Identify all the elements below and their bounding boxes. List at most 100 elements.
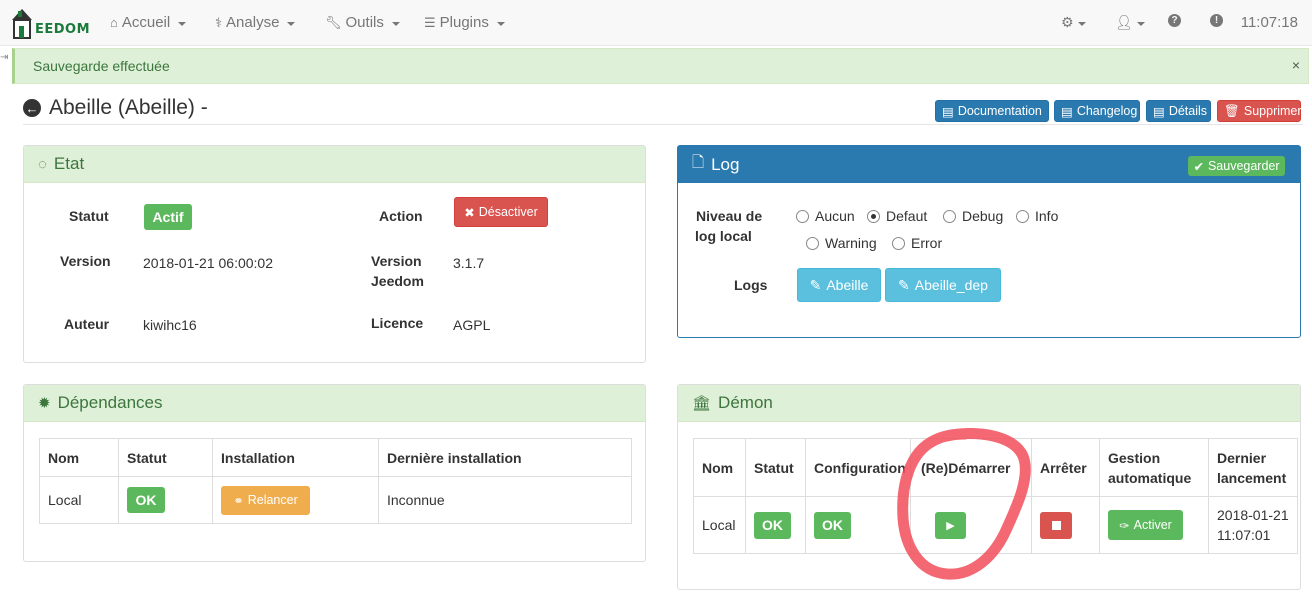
dependances-panel-header: ✹ Dépendances <box>24 385 645 422</box>
dependances-title: Dépendances <box>57 393 163 412</box>
licence-value: AGPL <box>453 317 491 333</box>
action-label: Action <box>379 208 423 224</box>
demon-title: Démon <box>718 393 773 412</box>
demon-config-badge: OK <box>814 511 851 539</box>
jeedom-logo[interactable]: EEDOM <box>10 6 90 40</box>
caret-down-icon <box>496 21 505 26</box>
version-value: 2018-01-21 06:00:02 <box>143 255 273 271</box>
check-circle-icon: ✔ <box>1193 159 1204 174</box>
book-icon: ▤ <box>1061 104 1073 119</box>
log-title: Log <box>711 154 740 174</box>
certificate-icon: ✹ <box>38 395 51 412</box>
niveau-label-2: log local <box>695 228 752 244</box>
version-jeedom-value: 3.1.7 <box>453 255 485 271</box>
list-icon: ☰ <box>424 14 436 30</box>
derniere-installation-value: Inconnue <box>378 476 632 524</box>
desactiver-button[interactable]: ✖ Désactiver <box>454 197 548 227</box>
statut-badge: Actif <box>144 204 192 230</box>
paperclip-icon: ✎ <box>898 276 910 293</box>
demon-panel: 🏛︎ Démon Nom Statut Configuration (Re)Dé… <box>677 384 1301 590</box>
nav-plugins-label: Plugins <box>439 14 489 31</box>
licence-label: Licence <box>371 315 424 331</box>
close-icon[interactable]: × <box>1292 57 1300 73</box>
stethoscope-icon: ⚕ <box>215 14 223 30</box>
etat-panel: ◌ Etat Statut Actif Action ✖ Désactiver V… <box>23 145 646 363</box>
dernier-lancement-date: 2018-01-21 <box>1217 507 1289 523</box>
radio-info[interactable]: Info <box>1016 208 1058 224</box>
start-demon-button[interactable]: ▶ <box>935 511 966 539</box>
clock: 11:07:18 <box>1240 14 1298 31</box>
nav-accueil-label: Accueil <box>121 14 171 31</box>
radio-warning[interactable]: Warning <box>806 235 877 251</box>
info-icon: ! <box>1210 14 1223 27</box>
radio-aucun[interactable]: Aucun <box>796 208 855 224</box>
info-button[interactable]: ! <box>1210 14 1223 27</box>
file-icon: 🗋︎ <box>692 154 705 171</box>
page-title: ← Abeille (Abeille) - <box>23 96 208 120</box>
demon-status-badge: OK <box>754 511 791 539</box>
sauvegarder-button[interactable]: ✔ Sauvegarder <box>1188 156 1285 176</box>
trash-icon: 🗑︎ <box>1224 103 1240 118</box>
radio-debug[interactable]: Debug <box>943 208 1003 224</box>
activer-gestion-button[interactable]: ✑ Activer <box>1108 510 1183 540</box>
gears-menu[interactable]: ⚙ <box>1061 14 1086 31</box>
nav-analyse[interactable]: ⚕ Analyse <box>215 14 296 31</box>
caret-down-icon <box>178 21 187 26</box>
dependances-panel: ✹ Dépendances Nom Statut Installation De… <box>23 384 646 562</box>
changelog-button[interactable]: ▤ Changelog <box>1054 100 1140 122</box>
logs-label: Logs <box>734 277 768 293</box>
magic-icon: ✑ <box>1119 518 1130 533</box>
times-icon: ✖ <box>464 205 475 220</box>
auteur-label: Auteur <box>64 316 110 332</box>
navbar: EEDOM ⌂ Accueil ⚕ Analyse 🔧︎ Outils ☰ Pl… <box>0 0 1312 46</box>
home-icon: ⌂ <box>110 15 118 30</box>
nav-outils[interactable]: 🔧︎ Outils <box>325 14 400 31</box>
version-label: Version <box>60 253 111 269</box>
dependance-status-badge: OK <box>127 487 165 513</box>
nav-accueil[interactable]: ⌂ Accueil <box>110 14 187 31</box>
etat-title: Etat <box>53 154 85 173</box>
brand-text: EEDOM <box>35 22 91 37</box>
help-icon: ? <box>1168 14 1181 27</box>
alert-text: Sauvegarde effectuée <box>33 58 170 74</box>
statut-label: Statut <box>69 208 109 224</box>
bank-icon: 🏛︎ <box>692 395 712 412</box>
niveau-label-1: Niveau de <box>696 208 763 224</box>
user-icon: 👤︎ <box>1115 14 1133 30</box>
success-alert: Sauvegarde effectuée × <box>12 48 1309 84</box>
sidebar-toggle-icon[interactable]: ⇥ <box>0 52 12 64</box>
book-icon: ▤ <box>1153 104 1165 119</box>
help-button[interactable]: ? <box>1168 14 1181 27</box>
demon-panel-header: 🏛︎ Démon <box>678 385 1300 422</box>
documentation-button[interactable]: ▤ Documentation <box>935 100 1049 122</box>
table-row: Local OK ⚭ Relancer Inconnue <box>39 476 632 524</box>
book-icon: ▤ <box>942 104 954 119</box>
radio-defaut[interactable]: Defaut <box>867 208 927 224</box>
divider <box>23 124 1303 125</box>
log-abeille-dep-button[interactable]: ✎ Abeille_dep <box>885 268 1001 302</box>
etat-panel-header: ◌ Etat <box>24 146 645 183</box>
table-header-row: Nom Statut Installation Dernière install… <box>39 438 632 477</box>
play-icon: ▶ <box>946 519 955 532</box>
demon-table: Nom Statut Configuration (Re)Démarrer Ar… <box>693 438 1298 554</box>
table-header-row: Nom Statut Configuration (Re)Démarrer Ar… <box>693 438 1298 497</box>
gears-icon: ⚙ <box>1061 14 1074 30</box>
radio-error[interactable]: Error <box>892 235 942 251</box>
dependances-table: Nom Statut Installation Dernière install… <box>39 438 632 524</box>
delete-button[interactable]: 🗑︎ Supprimer <box>1217 100 1302 122</box>
log-panel: 🗋︎ Log ✔ Sauvegarder Niveau de log local … <box>677 145 1301 338</box>
log-abeille-button[interactable]: ✎ Abeille <box>797 268 881 302</box>
nav-plugins[interactable]: ☰ Plugins <box>424 14 505 31</box>
stop-demon-button[interactable] <box>1040 511 1072 539</box>
nav-outils-label: Outils <box>345 14 384 31</box>
details-button[interactable]: ▤ Détails <box>1146 100 1211 122</box>
relancer-button[interactable]: ⚭ Relancer <box>221 485 310 515</box>
refresh-icon: ◌ <box>38 155 47 173</box>
version-jeedom-label-2: Jeedom <box>371 273 424 289</box>
caret-down-icon <box>287 21 296 26</box>
back-arrow-icon[interactable]: ← <box>23 99 41 117</box>
caret-down-icon <box>391 21 400 26</box>
bicycle-icon: ⚭ <box>233 493 244 508</box>
user-menu[interactable]: 👤︎ <box>1115 14 1145 31</box>
auteur-value: kiwihc16 <box>143 317 197 333</box>
